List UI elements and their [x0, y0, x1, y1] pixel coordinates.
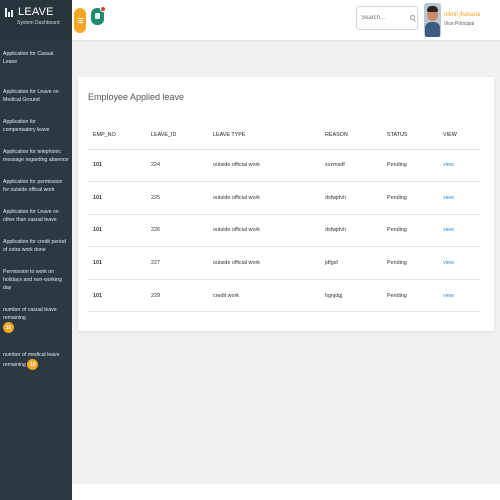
table-header-row: EMP_NO LEAVE_ID LEAVE TYPE REASON STATUS…	[88, 121, 481, 150]
sidebar-item-casual-leave-remaining[interactable]: number of casual leave remaining 10	[0, 306, 72, 333]
user-name[interactable]: nikhil jhakaria	[444, 12, 480, 18]
leave-id-cell: 224	[146, 149, 208, 183]
table-row: 101 229 credit work hgnjdgj Pending view	[88, 279, 481, 313]
emp-no-cell: 101	[88, 181, 146, 215]
status-cell: Pending	[382, 246, 438, 280]
sidebar-item-label: Application for credit period of extra w…	[3, 239, 66, 253]
emp-no-cell: 101	[88, 246, 146, 280]
view-link[interactable]: view	[443, 293, 454, 299]
sidebar-item-outside-official-work[interactable]: Application for permission for outside o…	[0, 178, 72, 194]
leave-type-cell: credit work	[208, 279, 320, 313]
sidebar-item-telephonic-message[interactable]: Application for telephonic message regar…	[0, 148, 72, 164]
view-cell: view	[438, 246, 481, 280]
search-input[interactable]	[361, 15, 407, 21]
sidebar-item-label: Application for Leave on Medical Ground	[3, 89, 59, 103]
leave-type-cell: outside official work	[208, 246, 320, 280]
view-link[interactable]: view	[443, 162, 454, 168]
sidebar: LEAVE System Dashboard Application for C…	[0, 0, 72, 500]
status-cell: Pending	[382, 149, 438, 183]
reason-cell: dsfwjdvh	[320, 214, 382, 248]
table-row: 101 226 outside official work dsfwjdvh P…	[88, 214, 481, 248]
emp-no-cell: 101	[88, 214, 146, 248]
column-header-emp-no: EMP_NO	[88, 121, 146, 150]
reason-cell: dsfwjdvh	[320, 181, 382, 215]
status-cell: Pending	[382, 214, 438, 248]
view-cell: view	[438, 181, 481, 215]
emp-no-cell: 101	[88, 149, 146, 183]
sidebar-item-label: Permission to work on holidays and non-w…	[3, 269, 62, 291]
view-link[interactable]: view	[443, 227, 454, 233]
sidebar-item-compensatory-leave[interactable]: Application for compensatory leave	[0, 118, 72, 134]
casual-leave-count-badge: 10	[3, 322, 14, 333]
leave-type-cell: outside official work	[208, 214, 320, 248]
table-row: 101 224 outside official work xvzmsdf Pe…	[88, 149, 481, 183]
footer-strip	[72, 484, 500, 500]
sidebar-item-medical-leave[interactable]: Application for Leave on Medical Ground	[0, 88, 72, 104]
sidebar-item-medical-leave-remaining[interactable]: number of medical leave remaining 10	[0, 351, 72, 370]
emp-no-cell: 101	[88, 279, 146, 313]
view-link[interactable]: view	[443, 195, 454, 201]
leave-table: EMP_NO LEAVE_ID LEAVE TYPE REASON STATUS…	[88, 121, 481, 313]
table-row: 101 225 outside official work dsfwjdvh P…	[88, 181, 481, 215]
column-header-leave-type: LEAVE TYPE	[208, 121, 320, 150]
brand-subtitle: System Dashboard	[17, 20, 60, 26]
view-link[interactable]: view	[443, 260, 454, 266]
view-cell: view	[438, 279, 481, 313]
table-row: 101 227 outside official work jdfgsf Pen…	[88, 246, 481, 280]
medical-leave-count-badge: 10	[27, 359, 39, 370]
hamburger-icon	[77, 18, 83, 23]
user-role: Vice Principal	[444, 21, 475, 27]
applied-leave-card: Employee Applied leave EMP_NO LEAVE_ID L…	[78, 77, 494, 331]
column-header-view: VIEW	[438, 121, 481, 150]
leave-id-cell: 226	[146, 214, 208, 248]
leave-id-cell: 225	[146, 181, 208, 215]
sidebar-nav: Application for Casual Leave Application…	[0, 50, 72, 370]
column-header-reason: REASON	[320, 121, 382, 150]
bar-chart-icon	[5, 7, 15, 17]
brand-title: LEAVE	[18, 6, 54, 18]
view-cell: view	[438, 214, 481, 248]
status-cell: Pending	[382, 181, 438, 215]
reason-cell: xvzmsdf	[320, 149, 382, 183]
notification-icon	[95, 13, 100, 19]
search-icon[interactable]	[410, 14, 417, 22]
brand: LEAVE System Dashboard	[0, 0, 72, 40]
column-header-status: STATUS	[382, 121, 438, 150]
leave-id-cell: 229	[146, 279, 208, 313]
sidebar-item-holiday-work[interactable]: Permission to work on holidays and non-w…	[0, 268, 72, 292]
reason-cell: hgnjdgj	[320, 279, 382, 313]
reason-cell: jdfgsf	[320, 246, 382, 280]
notification-dot	[100, 6, 106, 12]
sidebar-item-label: number of casual leave remaining	[3, 307, 57, 321]
page-title: Employee Applied leave	[88, 92, 185, 102]
leave-id-cell: 227	[146, 246, 208, 280]
status-cell: Pending	[382, 279, 438, 313]
column-header-leave-id: LEAVE_ID	[146, 121, 208, 150]
top-header: nikhil jhakaria Vice Principal	[72, 0, 500, 40]
sidebar-item-label: Application for Leave on other than casu…	[3, 209, 59, 223]
leave-type-cell: outside official work	[208, 149, 320, 183]
notification-button[interactable]	[91, 6, 106, 25]
sidebar-item-label: Application for permission for outside o…	[3, 179, 63, 193]
leave-type-cell: outside official work	[208, 181, 320, 215]
search-box	[356, 6, 418, 30]
sidebar-item-other-leave[interactable]: Application for Leave on other than casu…	[0, 208, 72, 224]
sidebar-item-label: Application for Casual Leave	[3, 51, 54, 65]
avatar[interactable]	[424, 3, 441, 37]
view-cell: view	[438, 149, 481, 183]
sidebar-item-casual-leave[interactable]: Application for Casual Leave	[0, 50, 72, 66]
sidebar-item-label: Application for compensatory leave	[3, 119, 50, 133]
sidebar-item-label: Application for telephonic message regar…	[3, 149, 69, 163]
menu-toggle-button[interactable]	[74, 8, 86, 33]
sidebar-item-credit-period[interactable]: Application for credit period of extra w…	[0, 238, 72, 254]
